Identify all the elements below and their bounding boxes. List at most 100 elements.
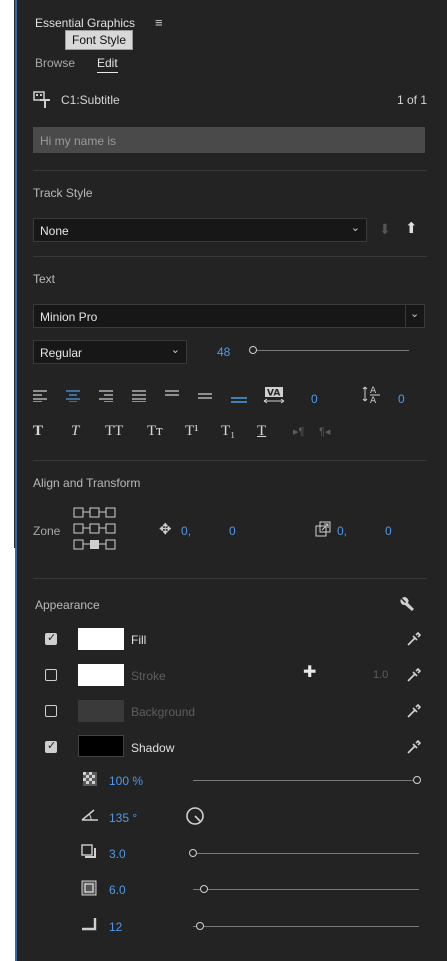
align-middle-icon[interactable] <box>198 390 212 404</box>
track-style-dropdown[interactable]: None ⌄ <box>33 218 367 242</box>
opacity-checker-icon <box>83 772 97 788</box>
angle-icon <box>81 809 99 823</box>
stroke-width-value[interactable]: 1.0 <box>373 669 388 681</box>
font-size-slider-knob[interactable] <box>249 346 257 354</box>
eyedropper-icon[interactable] <box>407 667 422 684</box>
eyedropper-icon[interactable] <box>407 703 422 720</box>
divider <box>33 578 427 579</box>
all-caps-button[interactable]: TT <box>105 423 123 440</box>
position-move-icon: ✥ <box>159 521 172 538</box>
angle-dial-icon[interactable] <box>185 806 205 828</box>
track-style-value: None <box>40 224 69 238</box>
layer-count: 1 of 1 <box>396 93 427 107</box>
shadow-size-slider-knob[interactable] <box>200 885 209 893</box>
align-right-icon[interactable] <box>99 390 113 404</box>
small-caps-button[interactable]: Tт <box>147 423 163 440</box>
justify-icon[interactable] <box>132 390 146 404</box>
font-style-value: Regular <box>40 346 83 360</box>
stroke-checkbox[interactable] <box>45 669 57 681</box>
align-center-icon[interactable] <box>66 390 80 404</box>
fill-label: Fill <box>131 633 147 647</box>
ltr-icon[interactable]: ▸¶ <box>293 427 304 438</box>
push-style-down-icon[interactable]: ⬇ <box>379 222 391 236</box>
align-top-icon[interactable] <box>165 390 179 404</box>
zone-label: Zone <box>33 524 61 538</box>
essential-graphics-panel: Essential Graphics ≡ Font Style Browse E… <box>15 0 447 961</box>
shadow-size-value[interactable]: 6.0 <box>109 883 126 897</box>
superscript-button[interactable]: T¹ <box>185 423 199 440</box>
fill-color-swatch[interactable] <box>78 628 124 650</box>
tracking-value[interactable]: 0 <box>311 392 318 406</box>
zone-grid-icon[interactable] <box>69 506 123 554</box>
chevron-down-icon: ⌄ <box>350 222 360 234</box>
stroke-color-swatch[interactable] <box>78 664 124 686</box>
anchor-x-value[interactable]: 0, <box>337 524 347 538</box>
align-bottom-icon[interactable] <box>231 390 247 406</box>
shadow-blur-icon <box>81 917 97 933</box>
shadow-blur-slider-track[interactable] <box>193 926 419 927</box>
left-panel-edge <box>0 0 15 548</box>
background-label: Background <box>131 705 196 719</box>
shadow-blur-value[interactable]: 12 <box>109 920 122 934</box>
shadow-opacity-slider-knob[interactable] <box>413 776 421 784</box>
leading-value[interactable]: 0 <box>398 392 405 406</box>
source-text-field[interactable]: Hi my name is <box>33 127 425 153</box>
leading-icon[interactable]: AA <box>362 384 382 406</box>
svg-text:A: A <box>370 396 377 404</box>
shadow-distance-slider-knob[interactable] <box>189 849 197 857</box>
chevron-down-icon: ⌄ <box>410 308 420 320</box>
divider <box>33 460 427 461</box>
eyedropper-icon[interactable] <box>407 739 422 756</box>
text-layer-icon <box>33 91 51 109</box>
wrench-icon[interactable] <box>399 596 415 614</box>
eyedropper-icon[interactable] <box>407 631 422 648</box>
anchor-y-value[interactable]: 0 <box>385 524 392 538</box>
shadow-size-slider-track[interactable] <box>193 889 419 890</box>
layer-name[interactable]: C1:Subtitle <box>61 93 120 107</box>
shadow-checkbox[interactable] <box>45 739 57 753</box>
rtl-icon[interactable]: ¶◂ <box>319 427 330 438</box>
shadow-distance-value[interactable]: 3.0 <box>109 847 126 861</box>
source-text-value: Hi my name is <box>40 134 117 148</box>
font-family-value: Minion Pro <box>40 310 98 324</box>
distance-icon <box>81 844 97 860</box>
position-x-value[interactable]: 0, <box>181 524 191 538</box>
divider <box>33 170 427 171</box>
shadow-angle-value[interactable]: 135 ° <box>109 811 137 825</box>
font-style-dropdown[interactable]: Regular ⌄ <box>33 340 187 364</box>
tracking-icon[interactable]: VA <box>263 386 285 406</box>
shadow-color-swatch[interactable] <box>78 735 124 757</box>
background-color-swatch[interactable] <box>78 700 124 722</box>
align-left-icon[interactable] <box>33 390 47 404</box>
add-stroke-icon[interactable]: ✚ <box>303 665 316 681</box>
shadow-blur-slider-knob[interactable] <box>195 922 204 930</box>
track-style-label: Track Style <box>33 186 93 200</box>
align-transform-label: Align and Transform <box>33 476 141 490</box>
svg-text:VA: VA <box>267 389 280 399</box>
appearance-label: Appearance <box>35 598 100 612</box>
shadow-opacity-slider-track[interactable] <box>193 780 417 781</box>
tab-edit[interactable]: Edit <box>97 56 118 73</box>
font-size-value[interactable]: 48 <box>217 345 230 359</box>
shadow-opacity-value[interactable]: 100 % <box>109 774 143 788</box>
hamburger-icon[interactable]: ≡ <box>155 16 163 29</box>
font-family-chevron: ⌄ <box>405 305 424 327</box>
tooltip: Font Style <box>65 30 134 50</box>
tab-browse[interactable]: Browse <box>35 56 75 70</box>
divider <box>33 256 427 257</box>
shadow-distance-slider-track[interactable] <box>193 853 419 854</box>
push-style-up-icon[interactable]: ⬆ <box>405 221 418 236</box>
stroke-label: Stroke <box>131 669 166 683</box>
font-size-slider-track[interactable] <box>253 350 409 351</box>
faux-bold-button[interactable]: T <box>33 423 43 440</box>
subscript-button[interactable]: T₁ <box>221 423 235 440</box>
text-section-label: Text <box>33 272 56 286</box>
underline-button[interactable]: T <box>257 423 266 440</box>
fill-checkbox[interactable] <box>45 631 57 645</box>
panel-title: Essential Graphics <box>35 16 136 30</box>
background-checkbox[interactable] <box>45 705 57 717</box>
anchor-position-icon <box>315 521 331 539</box>
faux-italic-button[interactable]: T <box>71 423 79 440</box>
font-family-dropdown[interactable]: Minion Pro ⌄ <box>33 304 425 328</box>
position-y-value[interactable]: 0 <box>229 524 236 538</box>
